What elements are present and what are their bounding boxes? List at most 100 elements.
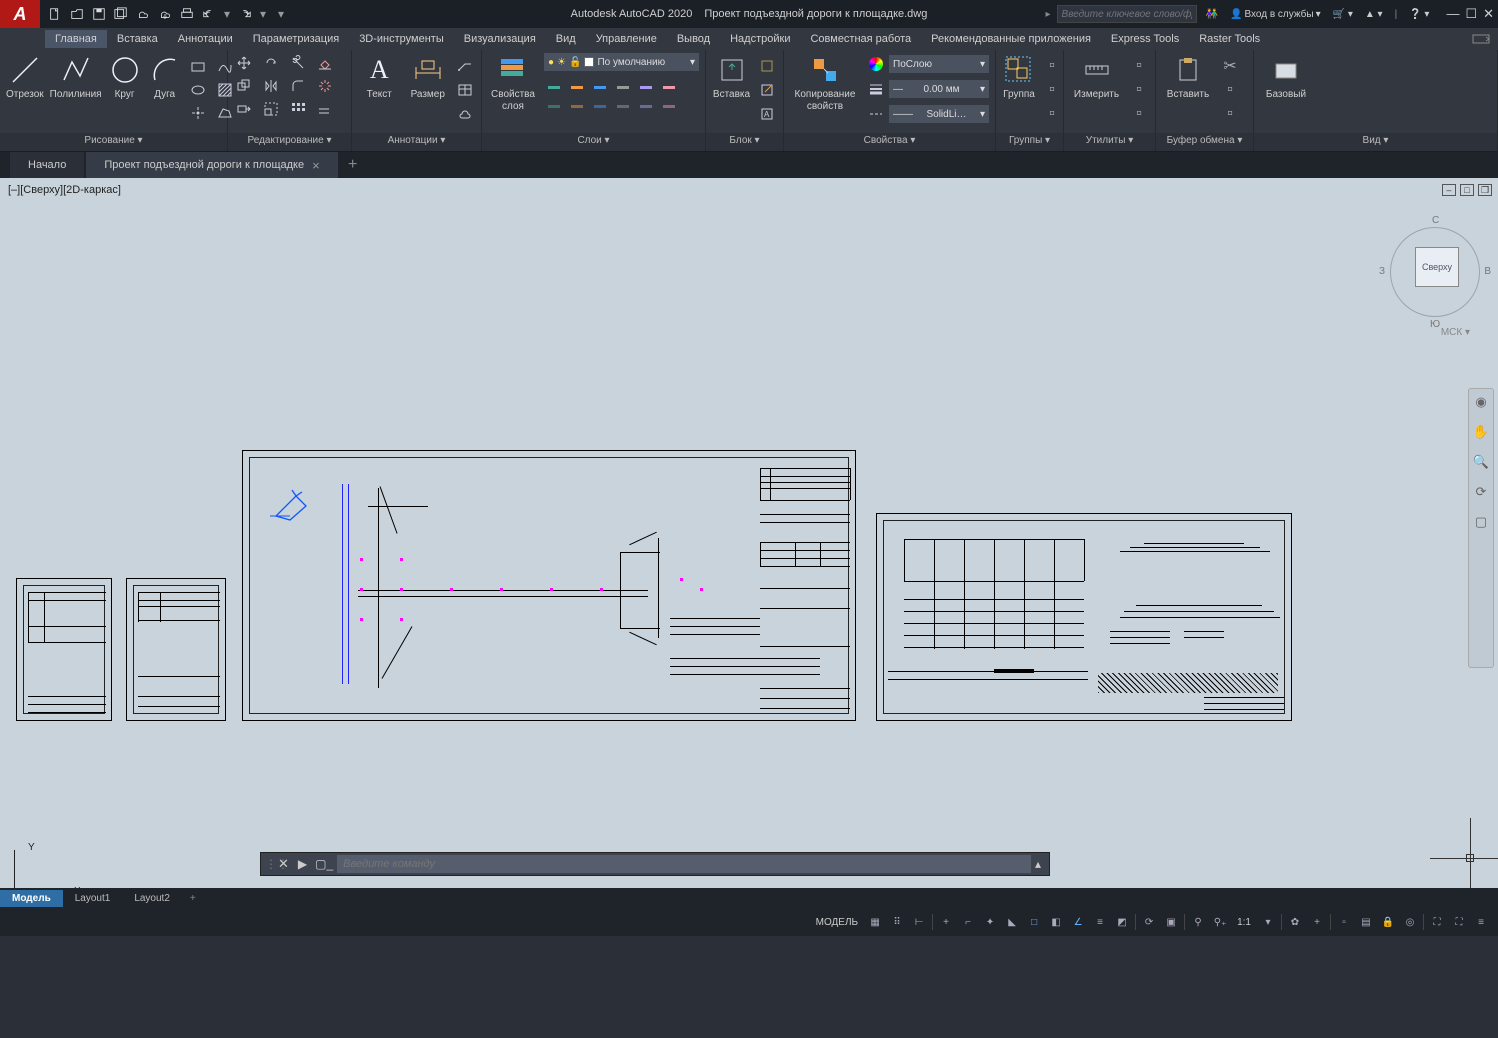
tab-new-icon[interactable]: + [340, 152, 366, 178]
cmd-close-icon[interactable]: ✕ [278, 856, 289, 872]
panel-view-title[interactable]: Вид ▾ [1254, 133, 1497, 151]
mirror-icon[interactable] [261, 76, 281, 96]
isolate-icon[interactable]: ◎ [1399, 911, 1421, 933]
match-props-tool[interactable]: Копирование свойств [790, 53, 860, 113]
layer-iso-icon[interactable] [613, 75, 633, 95]
la6-icon[interactable] [659, 97, 679, 117]
layer-dropdown[interactable]: ●☀🔓 По умолчанию▾ [544, 53, 699, 71]
layout-1[interactable]: Layout1 [63, 890, 123, 907]
rect-icon[interactable] [188, 57, 208, 77]
open-icon[interactable] [68, 5, 86, 23]
fillet-icon[interactable] [288, 76, 308, 96]
lockui-icon[interactable]: 🔒 [1377, 911, 1399, 933]
command-line[interactable]: ⋮⋮ ✕ ▶ ▢_ ▴ [260, 852, 1050, 876]
help-icon[interactable]: ❔ ▾ [1406, 9, 1432, 20]
lt-dropdown[interactable]: ——SolidLi…▾ [866, 103, 989, 125]
ortho-icon[interactable]: ⌐ [957, 911, 979, 933]
explode-icon[interactable] [315, 76, 335, 96]
undo-dd-icon[interactable]: ▾ [222, 5, 232, 23]
array-icon[interactable] [288, 99, 308, 119]
redo-icon[interactable] [236, 5, 254, 23]
layout-2[interactable]: Layout2 [122, 890, 182, 907]
group-sel-icon[interactable]: ▫ [1042, 104, 1062, 124]
line-tool[interactable]: Отрезок [6, 53, 44, 101]
panel-block-title[interactable]: Блок ▾ [706, 133, 783, 151]
copy2-icon[interactable]: ▫ [1220, 80, 1240, 100]
leader-icon[interactable] [455, 56, 475, 76]
u3-icon[interactable]: ▫ [1129, 104, 1149, 124]
otrack-icon[interactable]: ∠ [1067, 911, 1089, 933]
layout-add-icon[interactable]: + [182, 893, 204, 904]
close-icon[interactable]: ✕ [1483, 6, 1494, 22]
appstore-icon[interactable]: 🛒 ▾ [1330, 9, 1356, 20]
lw-toggle-icon[interactable]: ≡ [1089, 911, 1111, 933]
save-icon[interactable] [90, 5, 108, 23]
plot-icon[interactable] [178, 5, 196, 23]
ellipse-icon[interactable] [188, 80, 208, 100]
group-edit-icon[interactable]: ▫ [1042, 80, 1062, 100]
trim-icon[interactable] [288, 53, 308, 73]
minimize-icon[interactable]: — [1446, 6, 1459, 22]
text-tool[interactable]: A Текст [358, 53, 401, 101]
panel-layers-title[interactable]: Слои ▾ [482, 133, 705, 151]
base-view-tool[interactable]: Базовый [1260, 53, 1312, 101]
cloud-open-icon[interactable] [134, 5, 152, 23]
ribbon-overflow-icon[interactable] [1472, 34, 1490, 44]
tab-manage[interactable]: Управление [586, 30, 667, 48]
la5-icon[interactable] [636, 97, 656, 117]
cmd-expand-icon[interactable]: ▴ [1035, 857, 1041, 871]
model-viewport[interactable]: [–][Сверху][2D-каркас] – □ ❐ С Ю В З Све… [0, 178, 1498, 908]
rotate-icon[interactable] [261, 53, 281, 73]
la4-icon[interactable] [613, 97, 633, 117]
infer-icon[interactable]: ⊢ [908, 911, 930, 933]
paste-tool[interactable]: Вставить [1162, 53, 1214, 101]
tab-parametric[interactable]: Параметризация [243, 30, 349, 48]
status-scale[interactable]: 1:1 [1231, 917, 1257, 928]
tab-close-icon[interactable]: × [312, 158, 320, 173]
la1-icon[interactable] [544, 97, 564, 117]
panel-edit-title[interactable]: Редактирование ▾ [228, 133, 351, 151]
copy-icon[interactable] [234, 76, 254, 96]
group-tool[interactable]: Группа [1002, 53, 1036, 101]
polyline-tool[interactable]: Полилиния [50, 53, 102, 101]
cloud-save-icon[interactable] [156, 5, 174, 23]
dim-tool[interactable]: Размер [407, 53, 450, 101]
a360-icon[interactable]: ▲ ▾ [1362, 9, 1386, 20]
redo-dd-icon[interactable]: ▾ [258, 5, 268, 23]
layer-freeze-icon[interactable] [567, 75, 587, 95]
transparency-icon[interactable]: ◩ [1111, 911, 1133, 933]
tab-insert[interactable]: Вставка [107, 30, 168, 48]
undo-icon[interactable] [200, 5, 218, 23]
layer-lock-icon[interactable] [590, 75, 610, 95]
annomonitor-icon[interactable]: + [1306, 911, 1328, 933]
hardware-icon[interactable]: ⛶ [1426, 911, 1448, 933]
tab-file[interactable]: Проект подъездной дороги к площадке× [86, 152, 337, 178]
panel-groups-title[interactable]: Группы ▾ [996, 133, 1063, 151]
custom-icon[interactable]: ≡ [1470, 911, 1492, 933]
grid-icon[interactable]: ▦ [864, 911, 886, 933]
tab-visualize[interactable]: Визуализация [454, 30, 546, 48]
blk-edit-icon[interactable] [757, 80, 777, 100]
polar-icon[interactable]: ✦ [979, 911, 1001, 933]
move-icon[interactable] [234, 53, 254, 73]
tab-start[interactable]: Начало [10, 152, 84, 178]
layout-model[interactable]: Модель [0, 890, 63, 907]
tab-view[interactable]: Вид [546, 30, 586, 48]
panel-props-title[interactable]: Свойства ▾ [784, 133, 995, 151]
annoauto-icon[interactable]: ⚲₊ [1209, 911, 1231, 933]
panel-util-title[interactable]: Утилиты ▾ [1064, 133, 1155, 151]
tab-home[interactable]: Главная [45, 30, 107, 48]
units-icon[interactable]: ▫ [1333, 911, 1355, 933]
snap-icon[interactable]: ⠿ [886, 911, 908, 933]
tab-raster[interactable]: Raster Tools [1189, 30, 1270, 48]
u2-icon[interactable]: ▫ [1129, 80, 1149, 100]
measure-tool[interactable]: Измерить [1070, 53, 1123, 101]
stretch-icon[interactable] [234, 99, 254, 119]
quickprops-icon[interactable]: ▤ [1355, 911, 1377, 933]
annoscale-icon[interactable]: ⚲ [1187, 911, 1209, 933]
qat-more-icon[interactable]: ▾ [272, 5, 290, 23]
status-model[interactable]: МОДЕЛЬ [810, 917, 864, 928]
layer-states-icon[interactable] [659, 75, 679, 95]
tab-express[interactable]: Express Tools [1101, 30, 1189, 48]
la3-icon[interactable] [590, 97, 610, 117]
